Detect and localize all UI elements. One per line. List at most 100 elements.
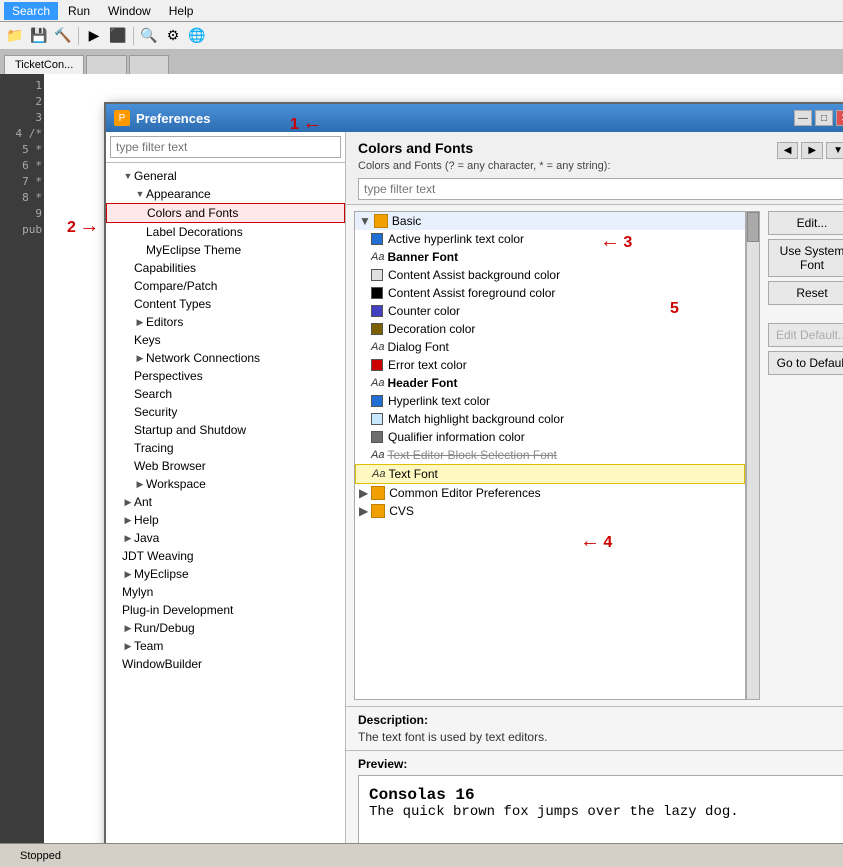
scrollbar-thumb: [747, 212, 759, 242]
tree-item-ant[interactable]: ▶ Ant: [106, 493, 345, 511]
edit-default-btn[interactable]: Edit Default...: [768, 323, 843, 347]
tree-item-compare[interactable]: Compare/Patch: [106, 277, 345, 295]
color-match-highlight: [371, 413, 383, 425]
font-item-ca-bg[interactable]: Content Assist background color: [355, 266, 745, 284]
tree-label-webbrowser: Web Browser: [134, 459, 206, 473]
tree-item-jdt[interactable]: JDT Weaving: [106, 547, 345, 565]
font-item-text-font[interactable]: Aa Text Font: [355, 464, 745, 484]
expand-arrow-network: ▶: [134, 352, 146, 364]
label-dialog: Dialog Font: [387, 340, 448, 354]
font-item-dialog[interactable]: Aa Dialog Font: [355, 338, 745, 356]
tree-item-team[interactable]: ▶ Team: [106, 637, 345, 655]
content-filter-input[interactable]: [358, 178, 843, 200]
font-item-match-highlight[interactable]: Match highlight background color: [355, 410, 745, 428]
toolbar-btn-3[interactable]: 🔨: [52, 25, 74, 47]
dialog-maximize-btn[interactable]: □: [815, 110, 833, 126]
nav-back-btn[interactable]: ◀: [777, 142, 799, 159]
common-editor-icon: [371, 486, 385, 500]
font-group-basic[interactable]: ▼ Basic: [355, 212, 745, 230]
font-item-hyperlink[interactable]: Hyperlink text color: [355, 392, 745, 410]
toolbar-btn-6[interactable]: 🔍: [138, 25, 160, 47]
edit-btn[interactable]: Edit...: [768, 211, 843, 235]
tree-item-mylyn[interactable]: Mylyn: [106, 583, 345, 601]
tree-item-rundebug[interactable]: ▶ Run/Debug: [106, 619, 345, 637]
toolbar-btn-8[interactable]: 🌐: [186, 25, 208, 47]
font-item-counter[interactable]: Counter color: [355, 302, 745, 320]
label-active-hyperlink: Active hyperlink text color: [388, 232, 524, 246]
nav-fwd-btn[interactable]: ▶: [801, 142, 823, 159]
reset-btn[interactable]: Reset: [768, 281, 843, 305]
menu-help[interactable]: Help: [161, 2, 202, 20]
tree-item-search[interactable]: Search: [106, 385, 345, 403]
menu-bar: Search Run Window Help: [0, 0, 843, 22]
menu-search[interactable]: Search: [4, 2, 58, 20]
tree-label-tracing: Tracing: [134, 441, 174, 455]
description-title: Description:: [358, 713, 843, 727]
main-area: 1 2 3 4 /* 5 * 6 * 7 * 8 * 9 pub P Prefe…: [0, 74, 843, 843]
font-item-banner[interactable]: Aa Banner Font: [355, 248, 745, 266]
font-item-cvs[interactable]: ▶ CVS: [355, 502, 745, 520]
menu-window[interactable]: Window: [100, 2, 159, 20]
toolbar-btn-7[interactable]: ⚙: [162, 25, 184, 47]
toolbar-btn-2[interactable]: 💾: [28, 25, 50, 47]
expand-arrow-general: ▼: [122, 170, 134, 182]
tree-item-appearance[interactable]: ▼ Appearance: [106, 185, 345, 203]
nav-menu-btn[interactable]: ▼: [826, 142, 843, 159]
font-item-error[interactable]: Error text color: [355, 356, 745, 374]
tree-item-help[interactable]: ▶ Help: [106, 511, 345, 529]
tree-item-workspace[interactable]: ▶ Workspace: [106, 475, 345, 493]
tab-3[interactable]: [129, 55, 169, 74]
tree-item-tracing[interactable]: Tracing: [106, 439, 345, 457]
tree-item-security[interactable]: Security: [106, 403, 345, 421]
preview-title: Preview:: [358, 757, 843, 771]
go-to-default-btn[interactable]: Go to Default: [768, 351, 843, 375]
font-item-decoration[interactable]: Decoration color: [355, 320, 745, 338]
toolbar-btn-1[interactable]: 📁: [4, 25, 26, 47]
basic-icon: [374, 214, 388, 228]
tree-label-label-decorations: Label Decorations: [146, 225, 243, 239]
font-item-ca-fg[interactable]: Content Assist foreground color: [355, 284, 745, 302]
tree-item-windowbuilder[interactable]: WindowBuilder: [106, 655, 345, 673]
tree-content: ▼ General ▼ Appearance Colors and Fonts: [106, 163, 345, 843]
font-item-common-editor[interactable]: ▶ Common Editor Preferences: [355, 484, 745, 502]
color-ca-fg: [371, 287, 383, 299]
dialog-title-bar: P Preferences — □ ✕: [106, 104, 843, 132]
dialog-close-btn[interactable]: ✕: [836, 110, 843, 126]
tree-item-java[interactable]: ▶ Java: [106, 529, 345, 547]
tree-item-content-types[interactable]: Content Types: [106, 295, 345, 313]
tree-filter-input[interactable]: [110, 136, 341, 158]
tab-2[interactable]: [86, 55, 126, 74]
tree-item-colors-fonts[interactable]: Colors and Fonts: [106, 203, 345, 223]
font-item-active-hyperlink[interactable]: Active hyperlink text color: [355, 230, 745, 248]
label-text-font: Text Font: [388, 467, 437, 481]
menu-run[interactable]: Run: [60, 2, 98, 20]
expand-arrow-editors: ▶: [134, 316, 146, 328]
toolbar-btn-5[interactable]: ⬛: [107, 25, 129, 47]
tree-item-plugin[interactable]: Plug-in Development: [106, 601, 345, 619]
font-tree-scrollbar[interactable]: [746, 211, 760, 700]
use-system-font-btn[interactable]: Use System Font: [768, 239, 843, 277]
tree-item-general[interactable]: ▼ General: [106, 167, 345, 185]
preview-section: Preview: Consolas 16 The quick brown fox…: [346, 750, 843, 843]
font-tree: ▼ Basic Active hyperlink text color: [354, 211, 746, 700]
tab-ticketcon[interactable]: TicketCon...: [4, 55, 84, 74]
dialog-title-btns: — □ ✕: [794, 110, 843, 126]
tree-item-network[interactable]: ▶ Network Connections: [106, 349, 345, 367]
dialog-minimize-btn[interactable]: —: [794, 110, 812, 126]
basic-arrow: ▼: [359, 214, 371, 228]
tree-item-keys[interactable]: Keys: [106, 331, 345, 349]
font-item-qualifier[interactable]: Qualifier information color: [355, 428, 745, 446]
tree-item-perspectives[interactable]: Perspectives: [106, 367, 345, 385]
status-stopped: Stopped: [20, 850, 61, 862]
tree-item-webbrowser[interactable]: Web Browser: [106, 457, 345, 475]
tree-item-myeclipse[interactable]: ▶ MyEclipse: [106, 565, 345, 583]
tree-item-startup[interactable]: Startup and Shutdow: [106, 421, 345, 439]
font-item-block-selection[interactable]: Aa Text Editor Block Selection Font: [355, 446, 745, 464]
font-item-header[interactable]: Aa Header Font: [355, 374, 745, 392]
toolbar-btn-4[interactable]: ▶: [83, 25, 105, 47]
tree-item-editors[interactable]: ▶ Editors: [106, 313, 345, 331]
tree-item-label-decorations[interactable]: Label Decorations: [106, 223, 345, 241]
tree-item-capabilities[interactable]: Capabilities: [106, 259, 345, 277]
tree-item-myeclipse-theme[interactable]: MyEclipse Theme: [106, 241, 345, 259]
side-buttons: Edit... Use System Font Reset Edit Defau…: [762, 205, 843, 706]
